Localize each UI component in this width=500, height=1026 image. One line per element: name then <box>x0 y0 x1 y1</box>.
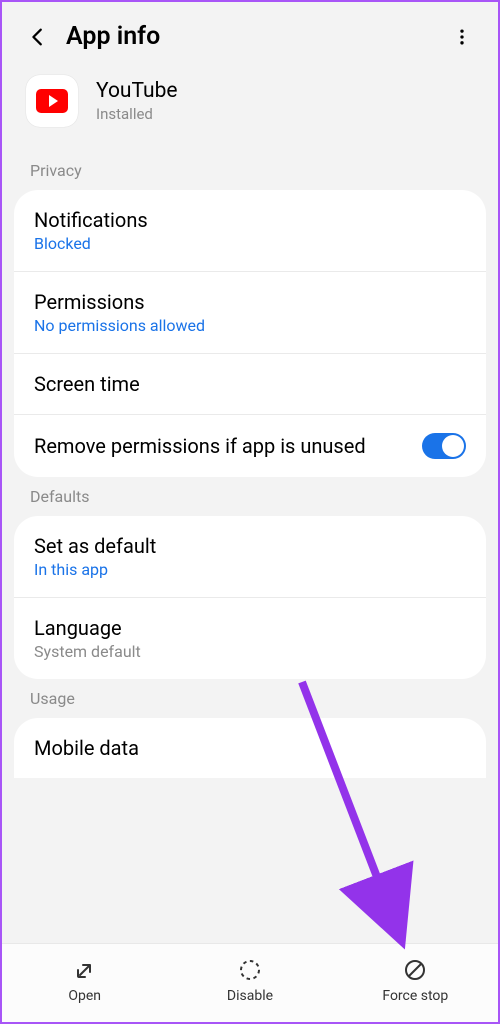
notifications-item[interactable]: Notifications Blocked <box>14 190 486 272</box>
open-icon <box>73 958 97 982</box>
chevron-left-icon <box>27 26 49 48</box>
app-icon <box>26 75 78 127</box>
defaults-card: Set as default In this app Language Syst… <box>14 516 486 679</box>
force-stop-button[interactable]: Force stop <box>333 958 498 1004</box>
disable-button[interactable]: Disable <box>167 958 332 1004</box>
permissions-item[interactable]: Permissions No permissions allowed <box>14 272 486 354</box>
app-summary: YouTube Installed <box>2 67 498 151</box>
page-title: App info <box>66 22 434 51</box>
bottom-bar: Open Disable Force stop <box>2 943 498 1022</box>
open-button[interactable]: Open <box>2 958 167 1004</box>
force-stop-icon <box>403 958 427 982</box>
more-vertical-icon <box>452 27 472 47</box>
remove-permissions-item[interactable]: Remove permissions if app is unused <box>14 415 486 477</box>
section-label-privacy: Privacy <box>2 151 498 190</box>
language-item[interactable]: Language System default <box>14 598 486 679</box>
section-label-defaults: Defaults <box>2 477 498 516</box>
mobile-data-item[interactable]: Mobile data <box>14 718 486 778</box>
privacy-card: Notifications Blocked Permissions No per… <box>14 190 486 477</box>
back-button[interactable] <box>26 25 50 49</box>
disable-icon <box>238 958 262 982</box>
set-as-default-item[interactable]: Set as default In this app <box>14 516 486 598</box>
screen-time-item[interactable]: Screen time <box>14 354 486 415</box>
app-status: Installed <box>96 105 178 123</box>
section-label-usage: Usage <box>2 679 498 718</box>
remove-permissions-toggle[interactable] <box>422 433 466 459</box>
usage-card: Mobile data <box>14 718 486 778</box>
header: App info <box>2 2 498 67</box>
app-name: YouTube <box>96 79 178 103</box>
more-button[interactable] <box>450 25 474 49</box>
youtube-icon <box>36 89 68 113</box>
